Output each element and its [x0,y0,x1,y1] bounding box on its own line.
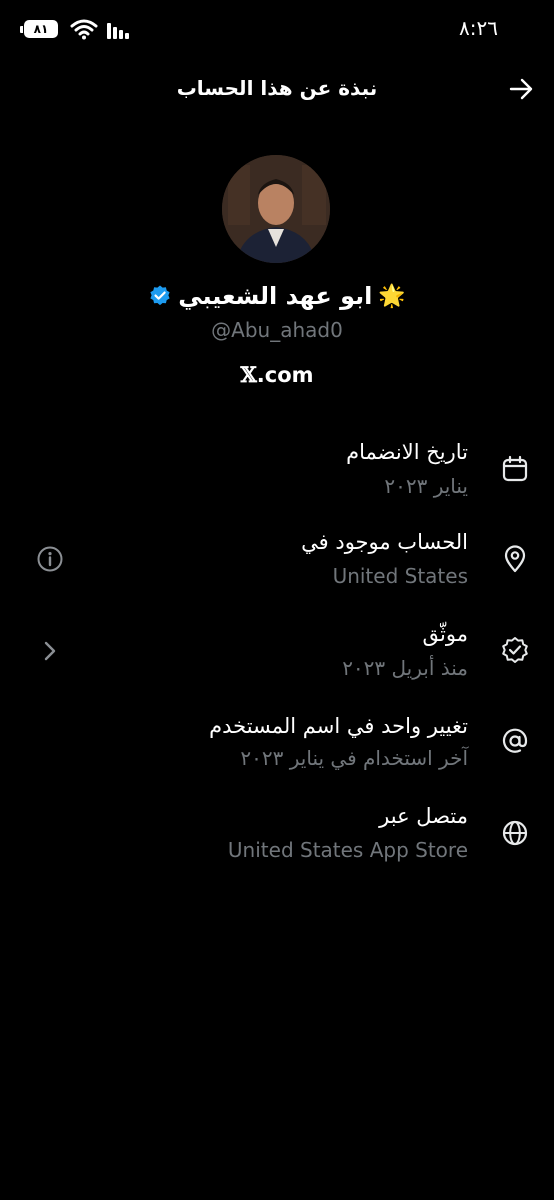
verified-outline-icon [502,637,528,663]
location-value: United States [332,564,468,588]
globe-icon [502,820,528,846]
verified-since: منذ أبريل ٢٠٢٣ [342,656,468,680]
status-time: ٨:٢٦ [459,16,498,40]
profile-handle: @Abu_ahad0 [211,318,343,342]
page-title: نبذة عن هذا الحساب [176,76,378,100]
star-emoji: 🌟 [378,283,406,309]
x-com-label: 𝕏.com [0,362,554,387]
connected-via-title: متصل عبر [379,804,468,828]
back-arrow-icon[interactable] [508,76,534,102]
profile-name: ابو عهد الشعيبي [178,282,373,310]
verified-badge-icon [150,285,170,306]
joined-title: تاريخ الانضمام [346,440,468,464]
battery-level: ٨١ [33,22,49,36]
cellular-signal-icon [107,23,129,39]
profile-name-row: 🌟 ابو عهد الشعيبي [0,282,554,310]
x-logo: 𝕏 [240,362,257,387]
chevron-right-icon[interactable] [36,637,64,665]
joined-date: يناير ٢٠٢٣ [384,474,468,498]
info-icon[interactable] [36,545,64,573]
verified-title: موثّق [422,622,468,646]
avatar[interactable] [222,155,330,263]
wifi-icon [70,19,98,40]
username-change-title: تغيير واحد في اسم المستخدم [209,714,468,738]
site-suffix: .com [256,363,314,387]
location-title: الحساب موجود في [301,530,468,554]
connected-via-value: United States App Store [227,838,468,862]
at-sign-icon [502,728,528,753]
calendar-icon [502,455,528,482]
username-change-date: آخر استخدام في يناير ٢٠٢٣ [240,746,468,770]
location-pin-icon [504,545,526,573]
battery-icon: ٨١ [20,20,58,38]
